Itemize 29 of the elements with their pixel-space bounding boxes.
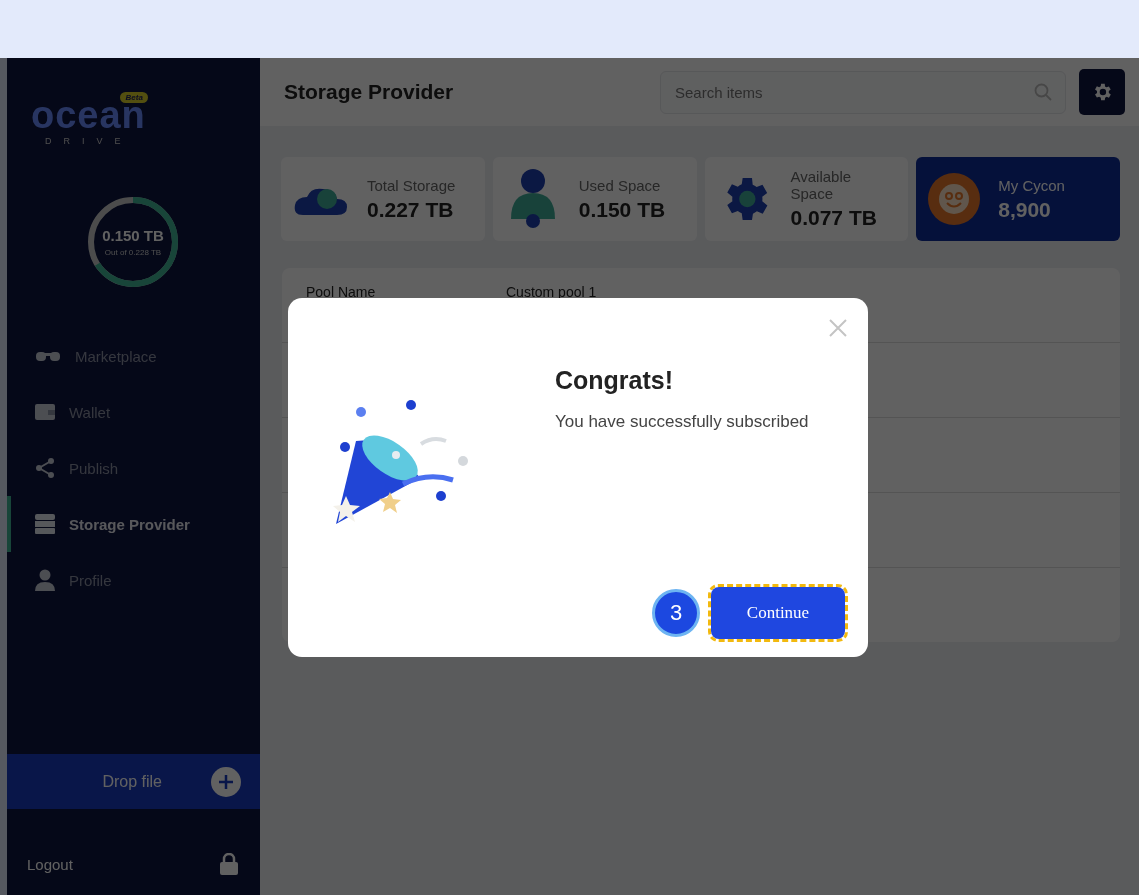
dialog-title: Congrats! bbox=[555, 366, 675, 395]
dialog-message: You have successfully subscribed bbox=[555, 412, 809, 432]
step-marker: 3 bbox=[652, 589, 700, 637]
search-icon bbox=[1034, 82, 1052, 101]
share-icon bbox=[35, 458, 55, 478]
stat-label: Available Space bbox=[790, 168, 853, 202]
glasses-icon bbox=[35, 349, 61, 363]
stat-value: 0.150 TB bbox=[578, 197, 667, 222]
user-icon bbox=[35, 569, 55, 591]
stat-value: 0.227 TB bbox=[367, 197, 455, 222]
page-title: Storage Provider bbox=[284, 80, 455, 104]
table-cell-text: Pool Name bbox=[306, 284, 377, 300]
storage-used: 0.150 TB bbox=[102, 227, 164, 244]
settings-button[interactable] bbox=[1079, 69, 1125, 115]
server-icon bbox=[35, 514, 55, 534]
smiley-coin-icon bbox=[928, 173, 981, 225]
drop-file-button[interactable]: Drop file bbox=[7, 754, 260, 809]
table-cell: Custom pool 1 bbox=[506, 284, 597, 300]
stat-label: Used Space bbox=[578, 176, 662, 194]
logout-link[interactable]: Logout bbox=[27, 855, 73, 873]
stat-value: 8,900 bbox=[998, 197, 1052, 222]
wallet-icon bbox=[35, 403, 55, 421]
close-icon[interactable] bbox=[828, 318, 848, 338]
continue-button[interactable]: Continue bbox=[711, 587, 845, 639]
stat-label: Total Storage bbox=[367, 176, 457, 194]
plus-icon bbox=[210, 765, 242, 798]
lock-icon bbox=[220, 853, 238, 875]
stat-value: 0.077 TB bbox=[790, 206, 878, 230]
stat-label: My Cycon bbox=[998, 176, 1066, 194]
